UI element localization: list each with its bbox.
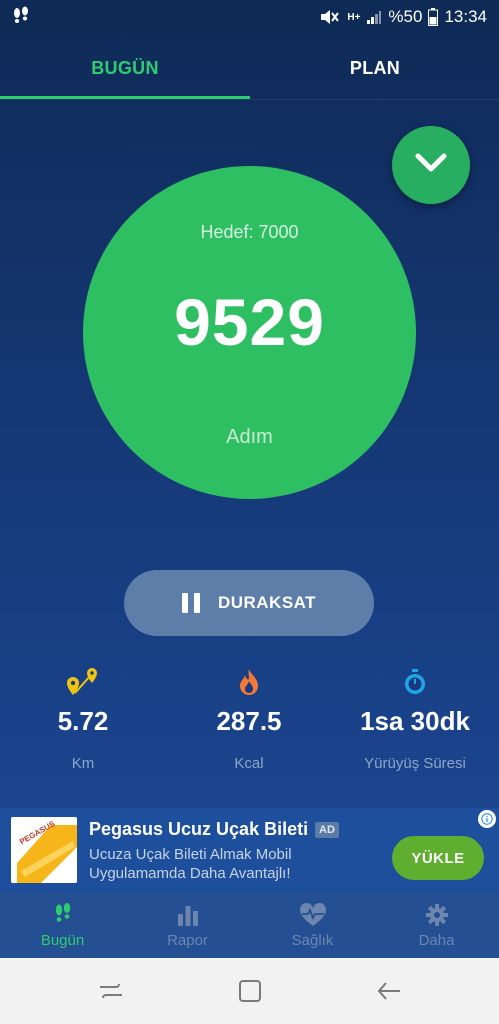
system-nav-bar xyxy=(0,958,499,1024)
nav-label-health: Sağlık xyxy=(291,932,334,949)
nav-item-more[interactable]: Daha xyxy=(374,892,499,958)
tab-bar: BUGÜN PLAN xyxy=(0,40,499,100)
heart-pulse-icon xyxy=(250,900,375,930)
nav-label-report: Rapor xyxy=(167,932,208,949)
clock: 13:34 xyxy=(444,7,487,26)
stat-distance: 5.72 Km xyxy=(0,664,166,772)
calories-value: 287.5 xyxy=(216,706,282,736)
pause-button-label: DURAKSAT xyxy=(217,593,317,612)
status-bar: H+ %50 13:34 xyxy=(0,0,499,36)
distance-label: Km xyxy=(71,755,95,772)
chevron-down-icon xyxy=(414,152,448,179)
pause-button[interactable]: DURAKSAT xyxy=(124,570,374,636)
ad-image: PEGASUS xyxy=(11,817,77,883)
home-icon[interactable] xyxy=(235,976,265,1006)
back-icon[interactable] xyxy=(374,976,404,1006)
ad-badge: AD xyxy=(315,822,339,838)
distance-value: 5.72 xyxy=(57,706,109,736)
ad-install-button[interactable]: YÜKLE xyxy=(392,836,484,880)
network-type-label: H+ xyxy=(347,11,361,23)
stat-calories: 287.5 Kcal xyxy=(166,664,332,772)
gear-icon xyxy=(374,900,499,930)
info-icon[interactable] xyxy=(478,810,496,828)
nav-item-health[interactable]: Sağlık xyxy=(250,892,375,958)
tab-plan[interactable]: PLAN xyxy=(250,40,499,96)
calories-label: Kcal xyxy=(234,755,264,772)
duration-label: Yürüyüş Süresi xyxy=(364,755,466,772)
step-unit-label: Adım xyxy=(226,426,273,448)
bar-chart-icon xyxy=(125,900,250,930)
ad-description: Ucuza Uçak Bileti Almak Mobil Uygulamamd… xyxy=(89,846,292,882)
nav-item-report[interactable]: Rapor xyxy=(125,892,250,958)
footsteps-icon xyxy=(0,900,125,930)
bottom-nav: Bugün Rapor Sağlık Daha xyxy=(0,892,499,958)
map-pins-icon xyxy=(0,664,166,700)
battery-percent: %50 xyxy=(388,7,423,26)
recent-apps-icon[interactable] xyxy=(96,976,126,1006)
nav-item-today[interactable]: Bugün xyxy=(0,892,125,958)
step-counter-circle: Hedef: 7000 9529 Adım xyxy=(83,166,416,499)
mute-icon xyxy=(319,8,341,26)
pause-icon xyxy=(181,593,200,613)
goal-text: Hedef: 7000 xyxy=(200,222,299,242)
stopwatch-icon xyxy=(332,664,498,700)
tab-today[interactable]: BUGÜN xyxy=(0,40,250,96)
duration-value: 1sa 30dk xyxy=(360,706,470,736)
flame-icon xyxy=(166,664,332,700)
nav-label-more: Daha xyxy=(418,932,455,949)
nav-label-today: Bugün xyxy=(40,932,85,949)
tab-divider xyxy=(0,99,499,100)
signal-icon xyxy=(366,9,382,25)
expand-button[interactable] xyxy=(392,126,470,204)
step-count: 9529 xyxy=(174,285,325,359)
battery-icon xyxy=(428,8,439,26)
status-icons: H+ %50 13:34 xyxy=(319,6,487,28)
ad-title: Pegasus Ucuz Uçak Bileti xyxy=(89,819,309,839)
stat-duration: 1sa 30dk Yürüyüş Süresi xyxy=(332,664,498,772)
footsteps-icon xyxy=(10,6,32,28)
